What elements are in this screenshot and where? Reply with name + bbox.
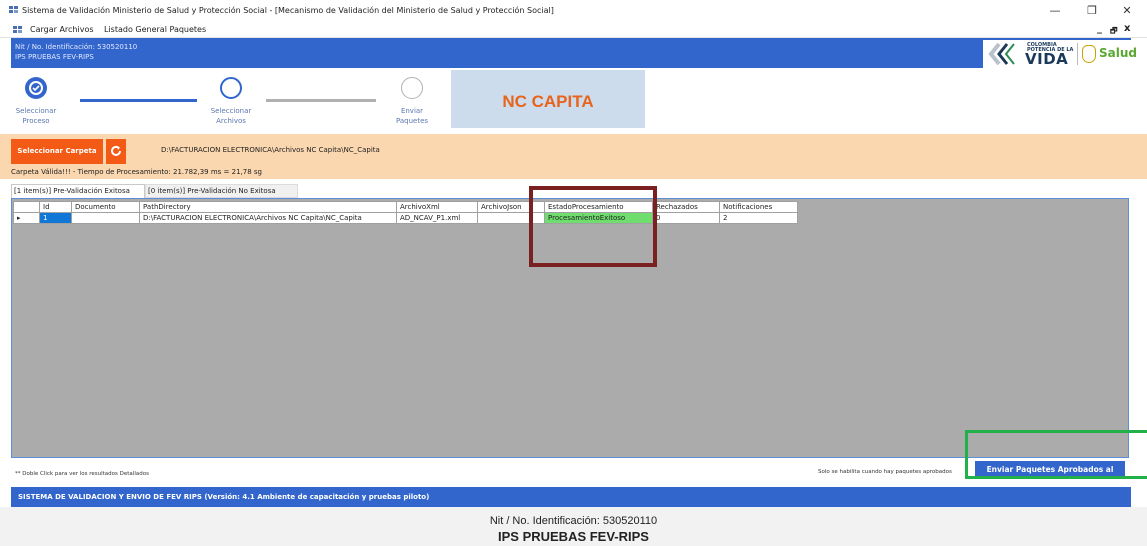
status-footer: Nit / No. Identificación: 530520110 IPS … <box>0 507 1147 546</box>
tab-pre-validacion-no-exitosa[interactable]: [0 item(s)] Pre-Validación No Exitosa <box>145 184 298 198</box>
step-2-current-icon[interactable] <box>220 77 242 99</box>
process-name-panel: NC CAPITA <box>451 70 645 128</box>
logo-vida-text: VIDA <box>1025 50 1069 68</box>
step-1-done-icon[interactable] <box>25 77 47 99</box>
process-stepper: Seleccionar Proceso Seleccionar Archivos E… <box>11 68 1131 130</box>
cell-id[interactable]: 1 <box>39 212 72 224</box>
highlight-box-send <box>965 430 1147 479</box>
menu-bar: Cargar Archivos Listado General Paquetes… <box>0 22 1147 38</box>
folder-selection-bar: Seleccionar Carpeta D:\FACTURACION ELECT… <box>0 134 1147 179</box>
mdi-close-button[interactable]: x <box>1124 23 1130 34</box>
minimize-button[interactable]: — <box>1042 3 1068 19</box>
step-3-pending-icon[interactable] <box>401 77 423 99</box>
cell-archivoxml[interactable]: AD_NCAV_P1.xml <box>396 212 478 224</box>
logo-divider <box>1077 43 1078 65</box>
close-button[interactable]: ✕ <box>1114 3 1140 19</box>
menu-cargar-archivos[interactable]: Cargar Archivos <box>30 25 94 34</box>
step-connector-1 <box>80 99 197 102</box>
cell-pathdirectory[interactable]: D:\FACTURACION ELECTRONICA\Archivos NC C… <box>139 212 397 224</box>
column-header-notificaciones[interactable]: Notificaciones <box>719 201 798 213</box>
app-window: Sistema de Validación Ministerio de Salu… <box>0 0 1147 546</box>
results-table: Id Documento PathDirectory ArchivoXml Ar… <box>13 201 798 224</box>
column-header-archivoxml[interactable]: ArchivoXml <box>396 201 478 213</box>
cell-rechazados[interactable]: 0 <box>652 212 720 224</box>
colombia-logo-mark-icon <box>988 43 1015 65</box>
footer-name-line: IPS PRUEBAS FEV-RIPS <box>498 529 649 544</box>
logo-salud-text: Salud <box>1099 46 1137 60</box>
refresh-button[interactable] <box>106 139 126 164</box>
cell-documento[interactable] <box>71 212 140 224</box>
column-header-id[interactable]: Id <box>39 201 72 213</box>
action-strip: ** Doble Click para ver los resultados D… <box>11 458 1129 482</box>
highlight-box-estado <box>529 186 657 267</box>
table-header-row: Id Documento PathDirectory ArchivoXml Ar… <box>13 201 798 213</box>
app-icon <box>9 6 18 13</box>
double-click-hint: ** Doble Click para ver los resultados D… <box>15 471 149 477</box>
menu-listado-general-paquetes[interactable]: Listado General Paquetes <box>104 25 206 34</box>
window-title: Sistema de Validación Ministerio de Salu… <box>22 6 554 15</box>
mdi-restore-button[interactable]: 🗗 <box>1110 25 1118 39</box>
folder-status: Carpeta Válida!!! - Tiempo de Procesamie… <box>11 168 262 176</box>
send-enabled-hint: Solo se habilita cuando hay paquetes apr… <box>818 469 952 475</box>
column-header-rechazados[interactable]: Rechazados <box>652 201 720 213</box>
table-row[interactable]: ▸ 1 D:\FACTURACION ELECTRONICA\Archivos … <box>13 212 798 224</box>
select-folder-button[interactable]: Seleccionar Carpeta <box>11 139 103 164</box>
header-name-line: IPS PRUEBAS FEV-RIPS <box>15 53 94 61</box>
system-version-bar: SISTEMA DE VALIDACION Y ENVIO DE FEV RIP… <box>11 487 1131 507</box>
header-id-line: Nit / No. Identificación: 530520110 <box>15 43 138 51</box>
step-2-label: Seleccionar Archivos <box>210 107 252 125</box>
folder-path: D:\FACTURACION ELECTRONICA\Archivos NC C… <box>161 146 380 154</box>
refresh-icon <box>111 145 121 156</box>
title-bar: Sistema de Validación Ministerio de Salu… <box>0 0 1147 22</box>
tab-pre-validacion-exitosa[interactable]: [1 item(s)] Pre-Validación Exitosa <box>11 184 145 198</box>
process-name: NC CAPITA <box>502 92 594 111</box>
step-connector-2 <box>266 99 376 102</box>
mdi-minimize-button[interactable]: _ <box>1097 23 1102 34</box>
column-header-pathdirectory[interactable]: PathDirectory <box>139 201 397 213</box>
step-3-label: Enviar Paquetes <box>395 107 429 125</box>
mdi-child-icon <box>13 26 22 33</box>
system-version-text: SISTEMA DE VALIDACION Y ENVIO DE FEV RIP… <box>18 493 430 501</box>
row-selector-icon[interactable]: ▸ <box>13 212 40 224</box>
check-icon <box>29 81 43 95</box>
cell-notificaciones[interactable]: 2 <box>719 212 798 224</box>
step-1-label: Seleccionar Proceso <box>15 107 57 125</box>
identity-header: Nit / No. Identificación: 530520110 IPS … <box>11 38 1137 68</box>
maximize-button[interactable]: ❐ <box>1079 3 1105 19</box>
coat-of-arms-icon <box>1082 45 1096 63</box>
footer-id-line: Nit / No. Identificación: 530520110 <box>489 515 658 527</box>
row-header-corner <box>13 201 40 213</box>
column-header-documento[interactable]: Documento <box>71 201 140 213</box>
colombia-salud-logo: COLOMBIA POTENCIA DE LA VIDA Salud <box>983 40 1137 68</box>
